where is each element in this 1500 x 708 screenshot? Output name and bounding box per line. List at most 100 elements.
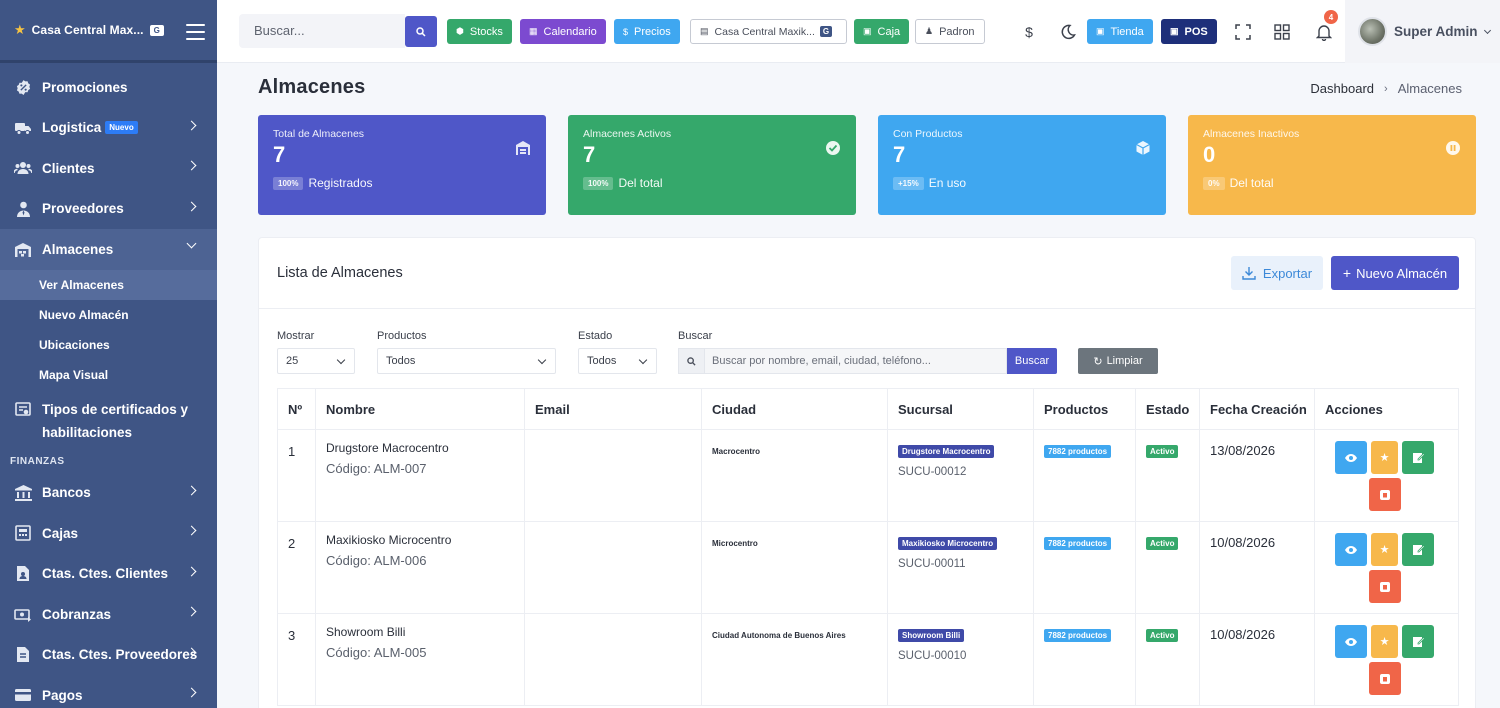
check-circle-icon xyxy=(826,141,840,155)
card-foot-text: En uso xyxy=(928,176,967,190)
productos-chip: 7882 productos xyxy=(1044,537,1112,550)
cell-nombre: Maxikiosko Microcentro Código: ALM-006 xyxy=(315,521,525,614)
user-menu[interactable]: Super Admin xyxy=(1345,0,1500,63)
trash-icon xyxy=(1380,581,1390,592)
sidebar-item-logistica[interactable]: Logistica Nuevo xyxy=(0,108,217,149)
global-search-button[interactable] xyxy=(405,16,437,47)
chevron-right-icon xyxy=(186,687,197,698)
favorite-button[interactable]: ★ xyxy=(1371,441,1398,474)
stocks-button[interactable]: ⬢ Stocks xyxy=(447,19,512,44)
precios-button[interactable]: $ Precios xyxy=(614,19,680,44)
card-value: 7 xyxy=(893,142,906,167)
tienda-button[interactable]: ▣ Tienda xyxy=(1087,19,1153,44)
cell-fecha: 13/08/2026 xyxy=(1199,429,1315,522)
col-header: Nombre xyxy=(315,388,525,430)
star-icon: ★ xyxy=(1379,636,1390,648)
cell-num: 3 xyxy=(277,613,316,706)
mostrar-select[interactable]: 25 xyxy=(277,348,355,374)
cell-fecha: 10/08/2026 xyxy=(1199,613,1315,706)
edit-button[interactable] xyxy=(1402,533,1434,566)
bell-icon[interactable] xyxy=(1313,21,1335,43)
view-button[interactable] xyxy=(1335,441,1367,474)
export-button[interactable]: Exportar xyxy=(1231,256,1323,290)
sidebar-item-pagos[interactable]: Pagos xyxy=(0,675,217,708)
cell-estado: Activo xyxy=(1135,613,1200,706)
sidebar-item-clientes[interactable]: Clientes xyxy=(0,148,217,189)
card-footer: 0% Del total xyxy=(1203,176,1274,190)
sidebar-subitem-ver-almacenes[interactable]: Ver Almacenes xyxy=(0,269,217,300)
almacenes-panel: Lista de Almacenes Exportar + Nuevo Alma… xyxy=(258,237,1476,708)
sidebar-item-ctas-clientes[interactable]: Ctas. Ctes. Clientes xyxy=(0,554,217,595)
status-badge: Activo xyxy=(1146,445,1179,458)
apps-grid-icon[interactable] xyxy=(1271,21,1293,43)
delete-button[interactable] xyxy=(1369,662,1401,695)
productos-select[interactable]: Todos xyxy=(377,348,556,374)
sidebar-item-proveedores[interactable]: Proveedores xyxy=(0,189,217,230)
chevron-down-icon xyxy=(1483,26,1491,34)
delete-button[interactable] xyxy=(1369,478,1401,511)
breadcrumb-dashboard[interactable]: Dashboard xyxy=(1310,81,1374,96)
sidebar-subitem-ubicaciones[interactable]: Ubicaciones xyxy=(0,330,217,360)
warehouse-icon xyxy=(13,239,33,259)
calendario-button[interactable]: ▦ Calendario xyxy=(520,19,606,44)
sidebar-item-certificados[interactable]: Tipos de certificados y habilitaciones xyxy=(0,390,217,448)
global-search-input[interactable]: Buscar... xyxy=(239,14,405,48)
certificate-icon xyxy=(13,400,33,420)
sidebar-item-bancos[interactable]: Bancos xyxy=(0,473,217,514)
caja-button[interactable]: ▣ Caja xyxy=(854,19,910,44)
sidebar-item-almacenes[interactable]: Almacenes xyxy=(0,229,217,270)
currency-dollar-icon[interactable]: $ xyxy=(1018,21,1040,43)
cell-email xyxy=(524,521,702,614)
row-actions: ★ xyxy=(1325,625,1434,705)
cell-productos: 7882 productos xyxy=(1033,429,1136,522)
cell-email xyxy=(524,429,702,522)
sidebar-subitem-mapa-visual[interactable]: Mapa Visual xyxy=(0,360,217,390)
moon-icon[interactable] xyxy=(1057,21,1079,43)
sidebar-item-cobranzas[interactable]: Cobranzas xyxy=(0,594,217,635)
edit-button[interactable] xyxy=(1402,625,1434,658)
buscar-input[interactable]: Buscar por nombre, email, ciudad, teléfo… xyxy=(704,348,1007,374)
sidebar-subitem-nuevo-almacen[interactable]: Nuevo Almacén xyxy=(0,300,217,330)
table-row[interactable]: 1 Drugstore Macrocentro Código: ALM-007 M… xyxy=(277,429,1459,522)
table-row[interactable]: 3 Showroom Billi Código: ALM-005 Ciudad A… xyxy=(277,613,1459,706)
sidebar-item-ctas-proveedores[interactable]: Ctas. Ctes. Proveedores xyxy=(0,635,217,676)
view-button[interactable] xyxy=(1335,533,1367,566)
pos-button[interactable]: ▣ POS xyxy=(1161,19,1217,44)
cell-ciudad: Ciudad Autonoma de Buenos Aires xyxy=(701,613,888,706)
cell-productos: 7882 productos xyxy=(1033,613,1136,706)
cell-sucursal: Maxikiosko Microcentro SUCU-00011 xyxy=(887,521,1034,614)
estado-select[interactable]: Todos xyxy=(578,348,657,374)
table-row[interactable]: 2 Maxikiosko Microcentro Código: ALM-006 … xyxy=(277,521,1459,614)
padron-button[interactable]: ♟ Padron xyxy=(915,19,985,44)
limpiar-button[interactable]: ↻ Limpiar xyxy=(1078,348,1158,374)
chevron-right-icon xyxy=(186,120,197,130)
sucursal-selector[interactable]: ▤ Casa Central Maxik... G xyxy=(690,19,847,44)
favorite-button[interactable]: ★ xyxy=(1371,533,1398,566)
card-label: Total de Almacenes xyxy=(273,128,365,140)
buscar-button[interactable]: Buscar xyxy=(1007,348,1057,374)
view-button[interactable] xyxy=(1335,625,1367,658)
card-label: Almacenes Activos xyxy=(583,128,672,140)
chevron-right-icon xyxy=(186,606,197,617)
hamburger-menu-icon[interactable] xyxy=(186,24,205,45)
edit-button[interactable] xyxy=(1402,441,1434,474)
cell-num: 1 xyxy=(277,429,316,522)
fullscreen-icon[interactable] xyxy=(1232,21,1254,43)
box-icon xyxy=(1136,141,1150,155)
sidebar-item-cajas[interactable]: Cajas xyxy=(0,513,217,554)
delete-button[interactable] xyxy=(1369,570,1401,603)
favorite-button[interactable]: ★ xyxy=(1371,625,1398,658)
table-header-row: Nº Nombre Email Ciudad Sucursal Producto… xyxy=(277,388,1459,430)
estado-label: Estado xyxy=(578,330,613,342)
edit-icon xyxy=(1412,636,1425,647)
sidebar-brand[interactable]: ★ Casa Central Max... G xyxy=(0,0,217,63)
sidebar-item-promociones[interactable]: Promociones xyxy=(0,67,217,108)
new-almacen-button[interactable]: + Nuevo Almacén xyxy=(1331,256,1459,290)
city-chip: Microcentro xyxy=(712,537,762,550)
tienda-label: Tienda xyxy=(1110,25,1144,38)
sucursal-code: SUCU-00010 xyxy=(898,650,967,662)
search-icon xyxy=(678,348,704,374)
card-value: 7 xyxy=(583,142,596,167)
star-icon: ★ xyxy=(1379,544,1390,556)
sidebar: ★ Casa Central Max... G Promociones Logi… xyxy=(0,0,217,708)
